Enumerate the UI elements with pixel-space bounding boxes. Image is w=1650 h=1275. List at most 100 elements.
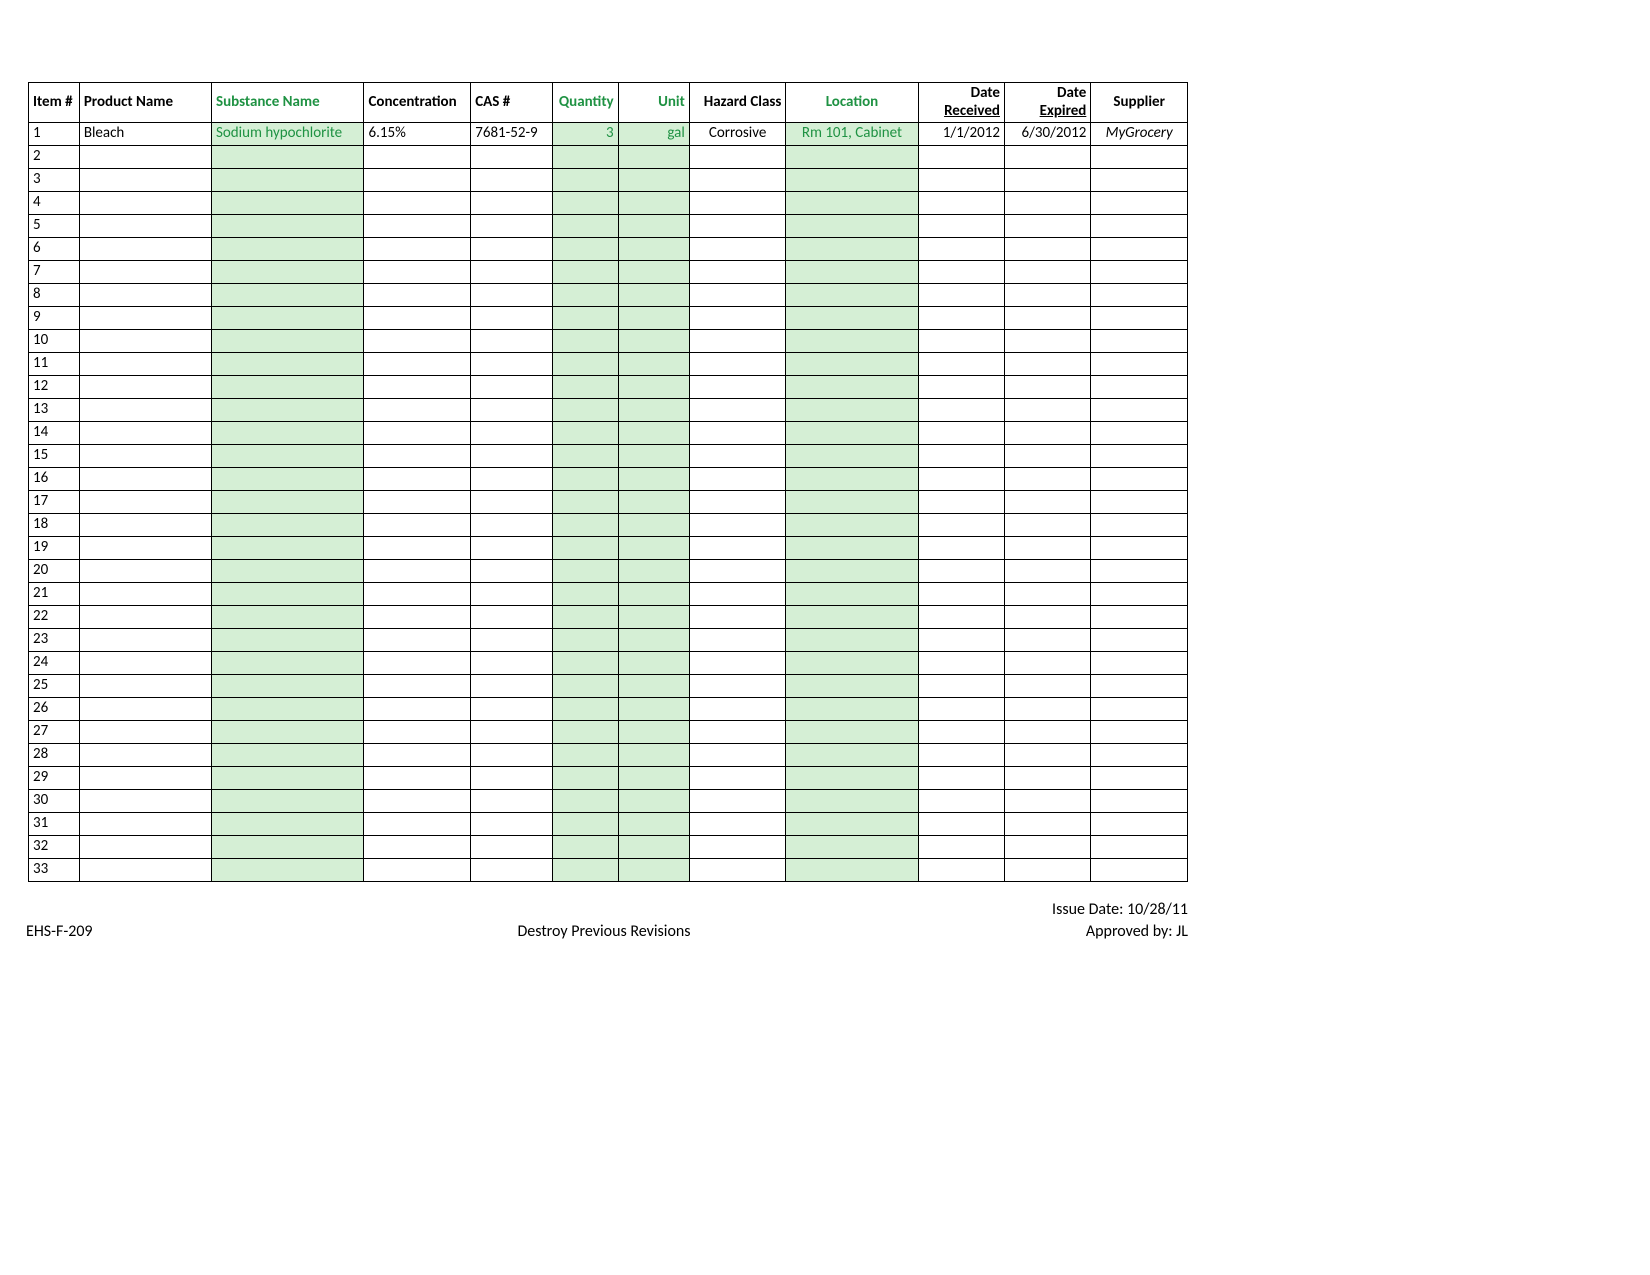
cell-concentration[interactable] <box>364 422 471 445</box>
cell-cas[interactable] <box>471 606 552 629</box>
cell-hazard[interactable] <box>689 399 786 422</box>
cell-hazard[interactable] <box>689 261 786 284</box>
cell-cas[interactable] <box>471 353 552 376</box>
cell-concentration[interactable] <box>364 169 471 192</box>
cell-quantity[interactable] <box>552 767 618 790</box>
cell-item[interactable]: 18 <box>29 514 80 537</box>
cell-date-received[interactable] <box>918 146 1004 169</box>
cell-quantity[interactable] <box>552 629 618 652</box>
cell-cas[interactable] <box>471 261 552 284</box>
cell-location[interactable] <box>786 537 918 560</box>
cell-date-expired[interactable] <box>1004 606 1090 629</box>
cell-concentration[interactable] <box>364 330 471 353</box>
cell-location[interactable] <box>786 744 918 767</box>
cell-unit[interactable] <box>618 629 689 652</box>
cell-product[interactable] <box>79 261 211 284</box>
cell-concentration[interactable] <box>364 215 471 238</box>
cell-substance[interactable] <box>211 353 364 376</box>
cell-date-expired[interactable] <box>1004 491 1090 514</box>
cell-location[interactable] <box>786 606 918 629</box>
cell-item[interactable]: 25 <box>29 675 80 698</box>
cell-concentration[interactable] <box>364 629 471 652</box>
cell-substance[interactable] <box>211 422 364 445</box>
cell-hazard[interactable] <box>689 859 786 882</box>
cell-item[interactable]: 32 <box>29 836 80 859</box>
cell-unit[interactable] <box>618 537 689 560</box>
cell-unit[interactable] <box>618 652 689 675</box>
cell-location[interactable] <box>786 698 918 721</box>
cell-hazard[interactable] <box>689 721 786 744</box>
cell-date-received[interactable] <box>918 353 1004 376</box>
cell-concentration[interactable] <box>364 790 471 813</box>
cell-supplier[interactable] <box>1091 514 1188 537</box>
cell-substance[interactable] <box>211 537 364 560</box>
cell-unit[interactable] <box>618 192 689 215</box>
cell-unit[interactable] <box>618 698 689 721</box>
cell-item[interactable]: 24 <box>29 652 80 675</box>
cell-unit[interactable] <box>618 560 689 583</box>
cell-concentration[interactable] <box>364 836 471 859</box>
cell-date-received[interactable] <box>918 675 1004 698</box>
cell-unit[interactable] <box>618 790 689 813</box>
cell-location[interactable] <box>786 307 918 330</box>
cell-substance[interactable] <box>211 606 364 629</box>
cell-quantity[interactable] <box>552 652 618 675</box>
cell-quantity[interactable] <box>552 422 618 445</box>
cell-quantity[interactable] <box>552 445 618 468</box>
cell-date-expired[interactable] <box>1004 537 1090 560</box>
cell-item[interactable]: 6 <box>29 238 80 261</box>
cell-location[interactable] <box>786 468 918 491</box>
cell-concentration[interactable] <box>364 767 471 790</box>
cell-supplier[interactable] <box>1091 445 1188 468</box>
cell-quantity[interactable] <box>552 169 618 192</box>
cell-supplier[interactable] <box>1091 629 1188 652</box>
cell-cas[interactable] <box>471 698 552 721</box>
cell-item[interactable]: 21 <box>29 583 80 606</box>
cell-quantity[interactable] <box>552 859 618 882</box>
cell-item[interactable]: 22 <box>29 606 80 629</box>
cell-quantity[interactable] <box>552 284 618 307</box>
cell-date-received[interactable] <box>918 606 1004 629</box>
cell-quantity[interactable] <box>552 307 618 330</box>
cell-concentration[interactable] <box>364 284 471 307</box>
cell-product[interactable] <box>79 353 211 376</box>
cell-supplier[interactable] <box>1091 468 1188 491</box>
cell-substance[interactable]: Sodium hypochlorite <box>211 123 364 146</box>
cell-supplier[interactable] <box>1091 330 1188 353</box>
cell-supplier[interactable] <box>1091 698 1188 721</box>
cell-product[interactable] <box>79 698 211 721</box>
cell-date-expired[interactable] <box>1004 146 1090 169</box>
cell-item[interactable]: 33 <box>29 859 80 882</box>
cell-unit[interactable] <box>618 238 689 261</box>
cell-quantity[interactable] <box>552 399 618 422</box>
cell-substance[interactable] <box>211 583 364 606</box>
cell-date-expired[interactable] <box>1004 422 1090 445</box>
cell-product[interactable] <box>79 767 211 790</box>
cell-quantity[interactable] <box>552 376 618 399</box>
cell-date-expired[interactable] <box>1004 284 1090 307</box>
cell-product[interactable] <box>79 330 211 353</box>
cell-date-expired[interactable] <box>1004 376 1090 399</box>
cell-item[interactable]: 29 <box>29 767 80 790</box>
cell-date-received[interactable] <box>918 238 1004 261</box>
cell-concentration[interactable]: 6.15% <box>364 123 471 146</box>
cell-date-received[interactable] <box>918 537 1004 560</box>
cell-unit[interactable] <box>618 399 689 422</box>
cell-concentration[interactable] <box>364 146 471 169</box>
cell-unit[interactable] <box>618 744 689 767</box>
cell-concentration[interactable] <box>364 192 471 215</box>
cell-substance[interactable] <box>211 652 364 675</box>
cell-supplier[interactable] <box>1091 836 1188 859</box>
cell-product[interactable]: Bleach <box>79 123 211 146</box>
cell-supplier[interactable] <box>1091 422 1188 445</box>
cell-quantity[interactable] <box>552 744 618 767</box>
cell-supplier[interactable] <box>1091 721 1188 744</box>
cell-item[interactable]: 16 <box>29 468 80 491</box>
cell-date-expired[interactable] <box>1004 560 1090 583</box>
cell-date-expired[interactable] <box>1004 307 1090 330</box>
cell-unit[interactable] <box>618 422 689 445</box>
cell-date-expired[interactable] <box>1004 698 1090 721</box>
cell-item[interactable]: 13 <box>29 399 80 422</box>
cell-substance[interactable] <box>211 330 364 353</box>
cell-date-received[interactable] <box>918 767 1004 790</box>
